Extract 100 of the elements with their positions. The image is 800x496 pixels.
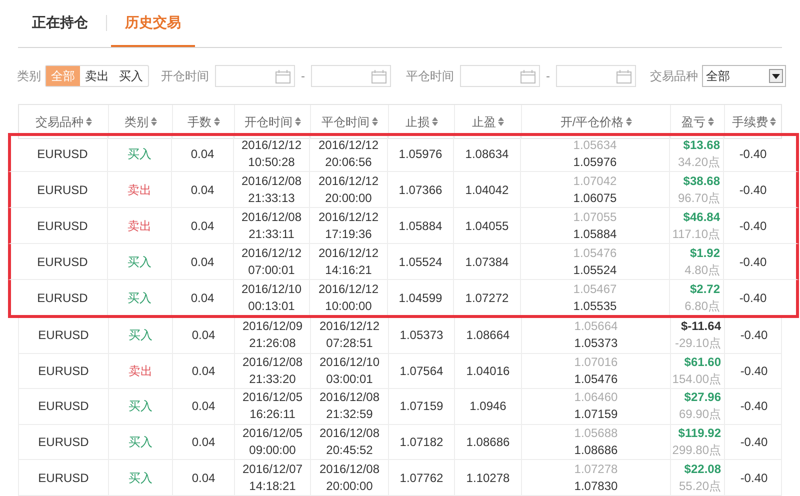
date-field[interactable] (460, 65, 540, 87)
profit-text: $27.96 (684, 389, 721, 406)
table-cell: 1.07384 (454, 244, 521, 279)
table-cell: 0.04 (173, 389, 235, 424)
trade-type: 卖出 (108, 172, 172, 207)
column-header[interactable]: 手数 (173, 105, 235, 138)
date-field[interactable] (556, 65, 636, 87)
column-header[interactable]: 类别 (109, 105, 173, 138)
table-cell: 1.05976 (388, 136, 454, 171)
table-cell: 0.04 (172, 208, 234, 243)
date-field[interactable] (311, 65, 391, 87)
table-cell: 1.07159 (389, 389, 455, 424)
column-header[interactable]: 开仓时间 (235, 105, 311, 138)
table-cell: 1.10278 (455, 460, 522, 495)
profit-text: $1.92 (690, 244, 720, 262)
tab[interactable]: 历史交易 (111, 0, 195, 47)
datetime-text: 09:00:00 (249, 442, 296, 460)
sort-icon (214, 117, 220, 126)
price-text: 1.06460 (574, 389, 618, 406)
type-option[interactable]: 买入 (114, 66, 148, 86)
table-cell: 1.05524 (388, 244, 454, 279)
profit-text: $13.68 (683, 136, 720, 154)
table-cell: 1.04055 (454, 208, 521, 243)
column-header[interactable]: 止盈 (455, 105, 522, 138)
datetime-text: 07:00:01 (248, 262, 295, 278)
profit-text: 117.10点 (672, 226, 720, 242)
profit-text: $-11.64 (680, 318, 721, 336)
price-text: 1.07016 (574, 354, 618, 371)
trade-type: 卖出 (109, 354, 173, 388)
datetime-text: 17:19:36 (325, 226, 372, 242)
profit-text: 55.20点 (678, 478, 721, 495)
table-cell: EURUSD (18, 172, 108, 207)
table-cell-text: -0.40 (739, 362, 769, 380)
trade-type: 卖出 (108, 208, 172, 243)
datetime-text: 2016/12/08 (241, 172, 302, 190)
datetime-text: 2016/12/12 (318, 244, 379, 262)
datetime-text: 20:06:56 (325, 154, 372, 170)
price-text: 1.05476 (573, 244, 617, 262)
datetime-text: 21:26:08 (249, 335, 296, 352)
type-option[interactable]: 卖出 (80, 66, 114, 86)
symbol-select[interactable]: 全部 (702, 65, 786, 87)
trade-type: 买入 (108, 280, 172, 315)
price-text: 1.08686 (574, 442, 618, 460)
trade-type: 买入 (109, 318, 173, 353)
range-separator: - (301, 68, 305, 85)
table-cell: 1.07182 (389, 424, 455, 460)
column-header[interactable]: 交易品种 (19, 105, 109, 138)
datetime-text: 21:33:20 (249, 370, 296, 388)
trade-type: 买入 (109, 424, 173, 460)
table-cell: EURUSD (18, 208, 108, 243)
table-cell: 1.08664 (455, 318, 522, 353)
date-field[interactable] (215, 65, 295, 87)
table-cell: EURUSD (19, 424, 109, 460)
price-text: 1.05976 (573, 154, 617, 170)
calendar-icon (275, 68, 291, 84)
sort-icon (626, 117, 632, 126)
range-separator: - (546, 68, 550, 85)
datetime-text: 14:16:21 (325, 262, 372, 278)
datetime-text: 07:28:51 (326, 335, 373, 352)
price-text: 1.07042 (573, 172, 617, 190)
column-header[interactable]: 平仓时间 (311, 105, 389, 138)
table-cell-text: -0.40 (739, 434, 769, 452)
trade-type: 买入 (109, 389, 173, 424)
table-cell-text: -0.40 (739, 398, 769, 416)
tab[interactable]: 正在持仓 (18, 0, 102, 47)
price-text: 1.05688 (574, 425, 618, 442)
sort-icon (770, 117, 776, 126)
datetime-text: 2016/12/09 (242, 318, 303, 336)
table-cell: 0.04 (172, 172, 234, 207)
datetime-text: 2016/12/08 (242, 354, 303, 371)
table-cell: EURUSD (19, 354, 109, 388)
datetime-text: 2016/12/12 (318, 172, 379, 190)
table-cell: 0.04 (173, 318, 235, 353)
table-cell: 0.04 (172, 136, 234, 171)
column-header[interactable]: 止损 (389, 105, 455, 138)
column-header[interactable]: 盈亏 (671, 105, 725, 138)
sort-icon (294, 117, 300, 126)
profit-text: $61.60 (684, 354, 721, 371)
sort-icon (708, 117, 714, 126)
table-cell: 0.04 (173, 424, 235, 460)
sort-icon (86, 117, 92, 126)
datetime-text: 10:50:28 (248, 154, 295, 170)
datetime-text: 2016/12/12 (318, 136, 379, 154)
profit-text: $2.72 (690, 280, 720, 298)
datetime-text: 2016/12/05 (242, 389, 303, 406)
calendar-icon (616, 68, 632, 84)
price-text: 1.05373 (574, 335, 618, 352)
profit-text: 96.70点 (678, 190, 720, 206)
sort-icon (372, 117, 378, 126)
datetime-text: 2016/12/10 (319, 354, 380, 371)
profit-text: 154.00点 (672, 370, 721, 388)
datetime-text: 2016/12/12 (319, 318, 380, 336)
profit-text: -29.10点 (674, 335, 721, 352)
datetime-text: 14:18:21 (249, 478, 296, 495)
datetime-text: 21:32:59 (326, 406, 373, 424)
table-cell: 1.08686 (455, 424, 522, 460)
column-header[interactable]: 开/平仓价格 (522, 105, 671, 138)
datetime-text: 20:00:00 (326, 478, 373, 495)
table-cell: 1.07564 (389, 354, 455, 388)
column-header[interactable]: 手续费 (725, 105, 783, 138)
